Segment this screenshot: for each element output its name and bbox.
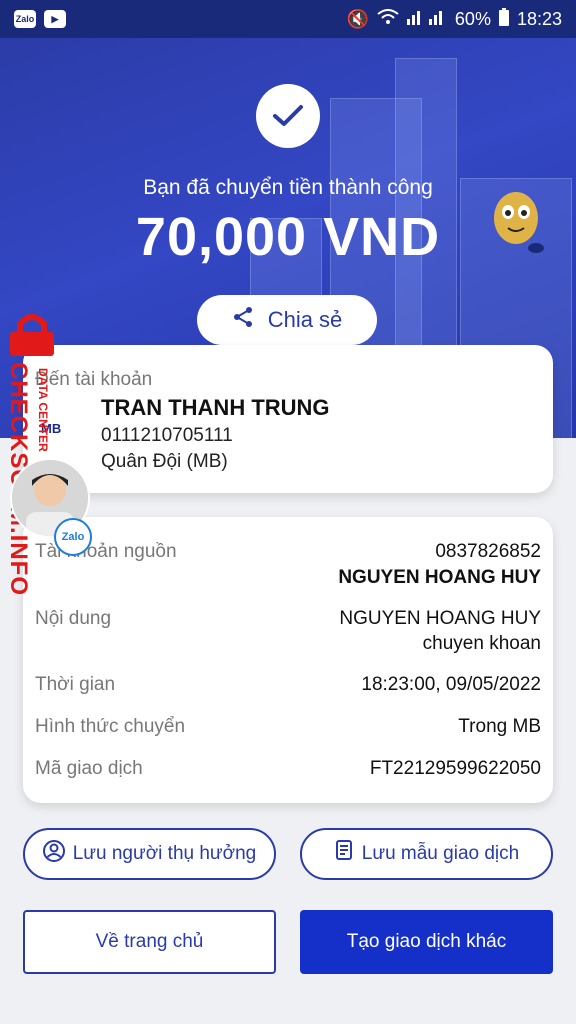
save-template-label: Lưu mẫu giao dịch <box>361 843 520 864</box>
zalo-video-icon: ▶ <box>44 10 66 28</box>
time-value: 18:23:00, 09/05/2022 <box>361 674 541 695</box>
document-icon <box>334 840 354 868</box>
new-transaction-button[interactable]: Tạo giao dịch khác <box>300 910 553 974</box>
time-label: Thời gian <box>35 674 116 695</box>
share-button[interactable]: Chia sẻ <box>197 295 377 345</box>
content-line-2: chuyen khoan <box>422 633 541 654</box>
home-label: Về trang chủ <box>95 931 204 952</box>
time-row: Thời gian 18:23:00, 09/05/2022 <box>35 674 541 696</box>
user-circle-icon <box>42 840 65 868</box>
content-line-1: NGUYEN HOANG HUY <box>339 608 541 629</box>
wifi-icon <box>377 8 399 30</box>
status-bar: Zalo ▶ 🔇 60% 18:23 <box>0 0 576 38</box>
save-beneficiary-label: Lưu người thụ hưởng <box>72 843 257 864</box>
battery-icon <box>498 7 509 31</box>
bee-mascot-icon <box>486 178 546 258</box>
content-row-2: chuyen khoan <box>35 633 541 655</box>
zalo-app-icon: Zalo <box>14 10 36 28</box>
mb-bank-logo: MB <box>41 421 62 436</box>
recipient-name: TRAN THANH TRUNG <box>101 395 330 420</box>
share-label: Chia sẻ <box>267 307 343 332</box>
save-template-button[interactable]: Lưu mẫu giao dịch <box>300 828 553 880</box>
content-row: Nội dung NGUYEN HOANG HUY <box>35 608 541 630</box>
signal-icon <box>406 9 447 30</box>
transaction-id-label: Mã giao dịch <box>35 758 143 779</box>
method-value: Trong MB <box>458 716 541 737</box>
mute-icon: 🔇 <box>346 8 369 29</box>
transaction-id-row: Mã giao dịch FT22129599622050 <box>35 758 541 780</box>
source-name-row: NGUYEN HOANG HUY <box>35 567 541 589</box>
battery-percent: 60% <box>454 8 491 29</box>
content-label: Nội dung <box>35 608 112 629</box>
source-account-row: Tài khoản nguồn 0837826852 <box>35 541 541 563</box>
clock: 18:23 <box>516 8 562 29</box>
save-beneficiary-button[interactable]: Lưu người thụ hưởng <box>23 828 276 880</box>
new-transaction-label: Tạo giao dịch khác <box>346 931 507 952</box>
recipient-bank: Quân Đội (MB) <box>101 451 228 472</box>
transaction-id-value: FT22129599622050 <box>369 758 541 779</box>
recipient-card: Đến tài khoản MB TRAN THANH TRUNG 011121… <box>23 345 553 493</box>
source-name-value: NGUYEN HOANG HUY <box>338 567 541 588</box>
recipient-label: Đến tài khoản <box>35 369 153 390</box>
method-row: Hình thức chuyển Trong MB <box>35 716 541 738</box>
home-button[interactable]: Về trang chủ <box>23 910 276 974</box>
share-icon <box>232 306 254 334</box>
success-check-icon <box>256 84 320 148</box>
notification-icons: Zalo ▶ <box>14 10 66 28</box>
source-account-value: 0837826852 <box>435 541 541 562</box>
transaction-details-card: Tài khoản nguồn 0837826852 NGUYEN HOANG … <box>23 517 553 803</box>
recipient-account: 0111210705111 <box>101 425 233 446</box>
system-icons: 🔇 60% 18:23 <box>346 7 562 31</box>
method-label: Hình thức chuyển <box>35 716 186 737</box>
zalo-badge-icon: Zalo <box>54 518 92 556</box>
